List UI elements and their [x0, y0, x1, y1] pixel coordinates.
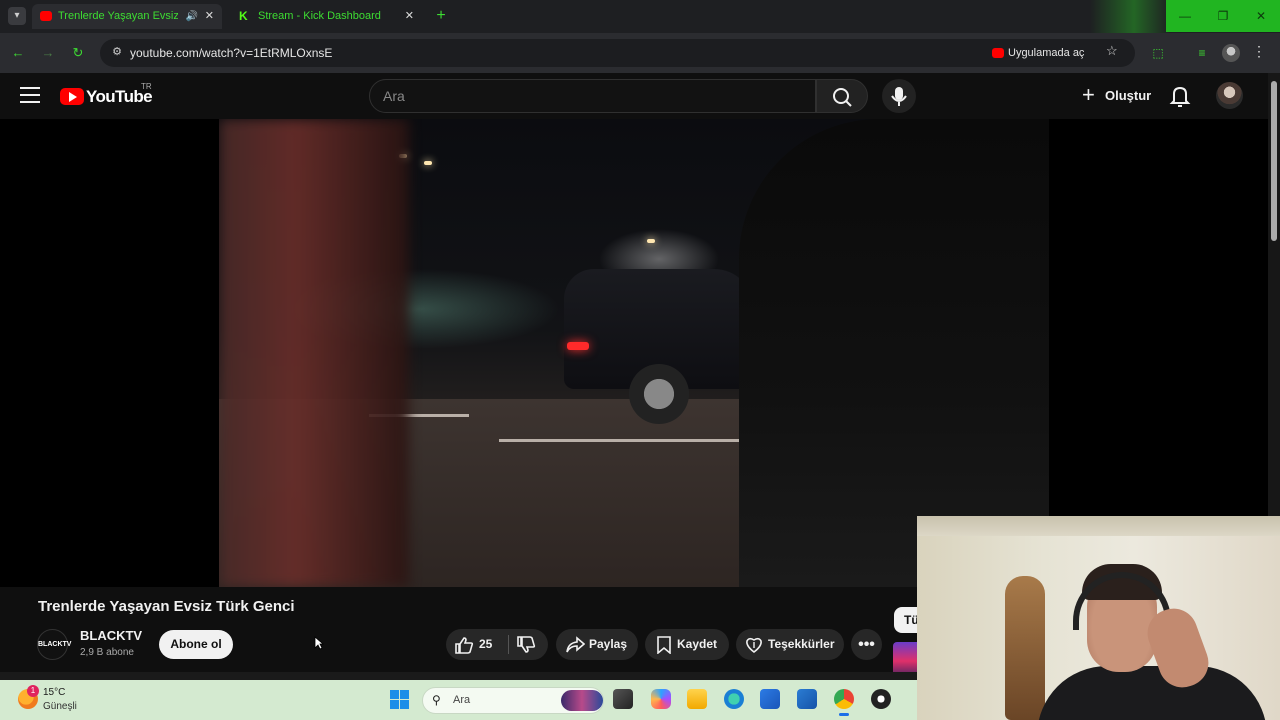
- windows-start-icon[interactable]: [390, 690, 409, 709]
- hamburger-menu-icon[interactable]: [20, 87, 40, 105]
- kick-icon: K: [239, 9, 248, 23]
- minimize-button[interactable]: —: [1166, 0, 1204, 32]
- video-scene-wheel: [629, 364, 689, 424]
- task-view-icon[interactable]: [613, 689, 633, 709]
- save-label: Kaydet: [677, 637, 718, 651]
- search-icon: ⚲: [432, 693, 441, 707]
- windows-taskbar: 1 15°C Güneşli ⚲ Ara: [0, 680, 917, 720]
- browser-menu-icon[interactable]: ⋮: [1252, 43, 1266, 60]
- like-count: 25: [479, 637, 493, 651]
- back-button[interactable]: ←: [8, 43, 28, 63]
- share-label: Paylaş: [589, 637, 628, 651]
- like-dislike-group: 25: [446, 629, 548, 660]
- thumbs-down-icon[interactable]: [516, 636, 536, 654]
- tab-title: Trenlerde Yaşayan Evsiz Türk: [58, 10, 178, 22]
- channel-name[interactable]: BLACKTV: [80, 628, 142, 643]
- taskbar-search[interactable]: ⚲ Ara: [422, 687, 604, 714]
- create-button[interactable]: + Oluştur: [1074, 81, 1161, 111]
- divider: [508, 635, 509, 654]
- video-title: Trenlerde Yaşayan Evsiz Türk Genci: [38, 598, 295, 615]
- store-icon[interactable]: [760, 689, 780, 709]
- search-icon: [833, 88, 852, 107]
- mouse-cursor: [314, 636, 324, 650]
- screen: ▾ Trenlerde Yaşayan Evsiz Türk 🔊 ✕ K Str…: [0, 0, 1280, 720]
- plus-icon: +: [1082, 82, 1095, 107]
- street-light: [424, 161, 432, 165]
- voice-search-button[interactable]: [882, 79, 916, 113]
- youtube-header: YouTube TR + Oluştur: [0, 73, 1268, 119]
- folder-icon[interactable]: [687, 689, 707, 709]
- new-tab-button[interactable]: +: [432, 7, 450, 25]
- share-button[interactable]: Paylaş: [556, 629, 638, 660]
- youtube-icon: [992, 48, 1004, 58]
- webcam-instrument: [1005, 576, 1045, 720]
- super-thanks-icon: [746, 637, 762, 654]
- youtube-play-icon: [60, 88, 84, 105]
- forward-button[interactable]: →: [38, 43, 58, 63]
- weather-badge: 1: [27, 685, 39, 697]
- tab-search-button[interactable]: ▾: [8, 7, 26, 25]
- subscriber-count: 2,9 B abone: [80, 647, 134, 658]
- more-dots-icon: •••: [858, 636, 875, 653]
- country-code: TR: [141, 82, 152, 91]
- thanks-button[interactable]: Teşekkürler: [736, 629, 844, 660]
- url-text[interactable]: youtube.com/watch?v=1EtRMLOxnsE: [130, 39, 332, 67]
- site-info-icon[interactable]: ⚙: [110, 45, 124, 59]
- microphone-icon: [891, 87, 907, 106]
- subscribe-button[interactable]: Abone ol: [159, 630, 233, 659]
- restore-button[interactable]: ❐: [1204, 0, 1242, 32]
- copilot-icon[interactable]: [651, 689, 671, 709]
- edge-icon[interactable]: [724, 689, 744, 709]
- thumbs-up-icon: [455, 637, 474, 654]
- search-input[interactable]: [370, 80, 790, 112]
- tab-title: Stream - Kick Dashboard: [258, 10, 381, 22]
- outlook-icon[interactable]: [797, 689, 817, 709]
- browser-toolbar: ← → ↻ ⚙ youtube.com/watch?v=1EtRMLOxnsE …: [0, 33, 1280, 73]
- reload-button[interactable]: ↻: [68, 43, 88, 63]
- open-in-app-button[interactable]: Uygulamada aç: [990, 44, 1084, 62]
- weather-condition[interactable]: Güneşli: [43, 701, 77, 712]
- lane-marking: [499, 439, 739, 442]
- speaker-icon[interactable]: 🔊: [186, 4, 198, 29]
- more-actions-button[interactable]: •••: [851, 629, 882, 660]
- youtube-icon: [40, 11, 52, 21]
- bookmark-star-icon[interactable]: ☆: [1106, 43, 1118, 59]
- address-bar[interactable]: ⚙ youtube.com/watch?v=1EtRMLOxnsE Uygula…: [100, 39, 1135, 67]
- tab-youtube[interactable]: Trenlerde Yaşayan Evsiz Türk 🔊 ✕: [32, 4, 222, 29]
- close-tab-icon[interactable]: ✕: [205, 4, 214, 29]
- browser-profile-avatar[interactable]: [1222, 44, 1240, 62]
- webcam-person-body: [1037, 666, 1267, 720]
- close-window-button[interactable]: ✕: [1242, 0, 1280, 32]
- extensions-icon[interactable]: ⬚: [1150, 45, 1166, 61]
- search-highlight-image: [561, 690, 603, 711]
- create-label: Oluştur: [1105, 88, 1152, 103]
- share-icon: [566, 636, 585, 653]
- chrome-icon[interactable]: [834, 689, 854, 716]
- close-tab-icon[interactable]: ✕: [405, 4, 414, 29]
- channel-avatar[interactable]: BLACKTV: [37, 629, 71, 660]
- search-button[interactable]: [816, 79, 868, 113]
- search-box: [369, 79, 816, 113]
- save-button[interactable]: Kaydet: [645, 629, 729, 660]
- bookmark-icon: [657, 636, 671, 654]
- video-scene-taillight: [567, 342, 589, 350]
- scrollbar-thumb[interactable]: [1271, 81, 1277, 241]
- video-scene-blur: [219, 119, 409, 587]
- webcam-overlay: [917, 516, 1280, 720]
- street-light: [647, 239, 655, 243]
- media-controls-icon[interactable]: ≡: [1194, 45, 1210, 61]
- taskbar-search-placeholder: Ara: [453, 694, 471, 706]
- webcam-wall: [917, 516, 1280, 536]
- browser-tab-bar: ▾ Trenlerde Yaşayan Evsiz Türk 🔊 ✕ K Str…: [0, 0, 1280, 70]
- weather-temperature[interactable]: 15°C: [43, 687, 65, 698]
- notifications-bell-icon[interactable]: [1168, 83, 1192, 109]
- obs-icon[interactable]: [871, 689, 891, 709]
- user-avatar[interactable]: [1216, 82, 1243, 109]
- thanks-label: Teşekkürler: [768, 637, 835, 651]
- tab-kick[interactable]: K Stream - Kick Dashboard ✕: [232, 4, 422, 29]
- open-in-app-label: Uygulamada aç: [1008, 47, 1085, 59]
